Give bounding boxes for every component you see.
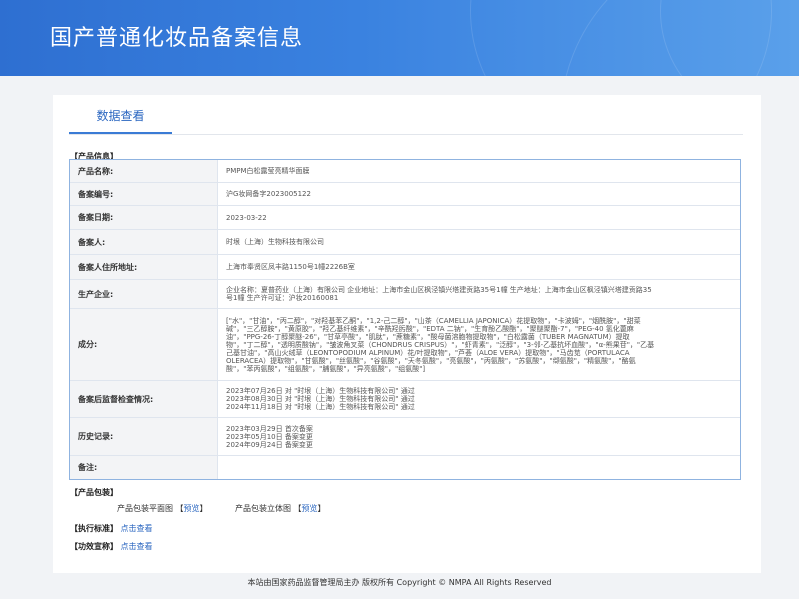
history-line: 2024年09月24日 备案变更 bbox=[226, 440, 313, 449]
manufacturer-line: 企业名称：夏普药业（上海）有限公司 企业地址：上海市金山区枫泾镇兴塔建贡路35号… bbox=[226, 286, 652, 294]
table-row: 生产企业: 企业名称：夏普药业（上海）有限公司 企业地址：上海市金山区枫泾镇兴塔… bbox=[70, 280, 740, 309]
bracket-close: 】 bbox=[199, 504, 208, 513]
standard-row: 【执行标准】 点击查看 bbox=[70, 523, 153, 534]
ingredients-line: 物"，"丁二醇"，"透明质酸钠"，"皱波角叉菜（CHONDRUS CRISPUS… bbox=[226, 340, 655, 349]
registration-number-value: 沪G妆网备字2023005122 bbox=[226, 190, 311, 198]
ingredients-line: 己基甘油"，"高山火绒草（LEONTOPODIUM ALPINUM）花/叶提取物… bbox=[226, 348, 630, 357]
row-label: 备案人: bbox=[70, 230, 218, 254]
ingredients-value: ["水"，"甘油"，"丙二醇"，"对羟基苯乙酮"，"1,2-己二醇"，"山茶（C… bbox=[218, 309, 740, 380]
table-row: 备案人: 时垠（上海）生物科技有限公司 bbox=[70, 230, 740, 255]
row-label: 历史记录: bbox=[70, 418, 218, 455]
inspection-line: 2023年07月26日 对 "时垠（上海）生物科技有限公司" 通过 bbox=[226, 387, 415, 395]
efficacy-row: 【功效宣称】 点击查看 bbox=[70, 541, 153, 552]
history-line: 2023年05月10日 备案变更 bbox=[226, 432, 313, 441]
section-packaging: 【产品包装】 bbox=[70, 488, 118, 497]
header-banner: 国产普通化妆品备案信息 bbox=[0, 0, 799, 76]
history-value: 2023年03月29日 首次备案 2023年05月10日 备案变更 2024年0… bbox=[218, 418, 740, 455]
packaging-flat-row: 产品包装平面图 【预览】 bbox=[117, 503, 208, 514]
efficacy-view-link[interactable]: 点击查看 bbox=[121, 542, 153, 551]
row-label: 成分: bbox=[70, 309, 218, 380]
remarks-value bbox=[218, 456, 740, 479]
packaging-flat-label: 产品包装平面图 bbox=[117, 504, 173, 513]
ingredients-line: 酸"，"苯丙氨酸"，"组氨酸"，"脯氨酸"，"异亮氨酸"，"组氨酸"] bbox=[226, 364, 426, 373]
product-info-table: 产品名称: PMPM白松露莹亮精华面膜 备案编号: 沪G妆网备字20230051… bbox=[69, 159, 741, 480]
ingredients-line: ["水"，"甘油"，"丙二醇"，"对羟基苯乙酮"，"1,2-己二醇"，"山茶（C… bbox=[226, 316, 641, 325]
inspection-line: 2023年08月30日 对 "时垠（上海）生物科技有限公司" 通过 bbox=[226, 395, 415, 403]
registrant-value: 时垠（上海）生物科技有限公司 bbox=[226, 238, 324, 246]
table-row: 产品名称: PMPM白松露莹亮精华面膜 bbox=[70, 160, 740, 183]
table-row: 备案人住所地址: 上海市奉贤区凤丰路1150号1幢2226B室 bbox=[70, 255, 740, 280]
registrant-address-value: 上海市奉贤区凤丰路1150号1幢2226B室 bbox=[226, 263, 355, 271]
packaging-flat-preview-link[interactable]: 预览 bbox=[184, 504, 200, 513]
product-name-value: PMPM白松露莹亮精华面膜 bbox=[226, 167, 310, 175]
row-label: 备案人住所地址: bbox=[70, 255, 218, 279]
tab-data-view[interactable]: 数据查看 bbox=[69, 95, 172, 134]
row-label: 产品名称: bbox=[70, 160, 218, 182]
ingredients-line: OLERACEA）提取物"，"甘氨酸"，"丝氨酸"，"谷氨酸"，"天冬氨酸"，"… bbox=[226, 356, 636, 365]
bracket-open: 【 bbox=[175, 504, 184, 513]
packaging-solid-row: 产品包装立体图 【预览】 bbox=[235, 503, 326, 514]
standard-view-link[interactable]: 点击查看 bbox=[121, 524, 153, 533]
ingredients-line: 碱"，"三乙醇胺"，"黄原胶"，"羟乙基纤维素"，"辛酰羟肟酸"，"EDTA 二… bbox=[226, 324, 634, 333]
row-label: 备案编号: bbox=[70, 183, 218, 205]
inspection-line: 2024年11月18日 对 "时垠（上海）生物科技有限公司" 通过 bbox=[226, 403, 415, 411]
content-panel: 数据查看 【产品信息】 产品名称: PMPM白松露莹亮精华面膜 备案编号: 沪G… bbox=[53, 95, 761, 573]
tab-bar: 数据查看 bbox=[69, 95, 743, 135]
page-title: 国产普通化妆品备案信息 bbox=[50, 26, 304, 51]
footer-copyright: 本站由国家药品监督管理局主办 版权所有 Copyright © NMPA All… bbox=[247, 578, 552, 587]
row-label: 生产企业: bbox=[70, 280, 218, 308]
table-row: 备注: bbox=[70, 456, 740, 479]
packaging-solid-label: 产品包装立体图 bbox=[235, 504, 291, 513]
table-row: 历史记录: 2023年03月29日 首次备案 2023年05月10日 备案变更 … bbox=[70, 418, 740, 456]
row-label: 备注: bbox=[70, 456, 218, 479]
bracket-open: 【 bbox=[293, 504, 302, 513]
row-label: 备案后监督检查情况: bbox=[70, 381, 218, 417]
manufacturer-value: 企业名称：夏普药业（上海）有限公司 企业地址：上海市金山区枫泾镇兴塔建贡路35号… bbox=[218, 280, 740, 308]
packaging-solid-preview-link[interactable]: 预览 bbox=[302, 504, 318, 513]
inspection-value: 2023年07月26日 对 "时垠（上海）生物科技有限公司" 通过 2023年0… bbox=[218, 381, 740, 417]
section-efficacy: 【功效宣称】 bbox=[70, 542, 118, 551]
table-row: 备案日期: 2023-03-22 bbox=[70, 206, 740, 230]
banner-decoration bbox=[660, 0, 799, 76]
registration-date-value: 2023-03-22 bbox=[226, 213, 267, 222]
table-row: 成分: ["水"，"甘油"，"丙二醇"，"对羟基苯乙酮"，"1,2-己二醇"，"… bbox=[70, 309, 740, 381]
table-row: 备案后监督检查情况: 2023年07月26日 对 "时垠（上海）生物科技有限公司… bbox=[70, 381, 740, 418]
bracket-close: 】 bbox=[317, 504, 326, 513]
history-line: 2023年03月29日 首次备案 bbox=[226, 424, 313, 433]
row-label: 备案日期: bbox=[70, 206, 218, 229]
manufacturer-line: 号1幢 生产许可证：沪妆20160081 bbox=[226, 294, 339, 302]
section-standard: 【执行标准】 bbox=[70, 524, 118, 533]
table-row: 备案编号: 沪G妆网备字2023005122 bbox=[70, 183, 740, 206]
ingredients-line: 油"，"PPG-26-丁醇聚醚-26"，"甘草亭酸"，"肌肽"，"蔗糖素"，"酸… bbox=[226, 332, 630, 341]
